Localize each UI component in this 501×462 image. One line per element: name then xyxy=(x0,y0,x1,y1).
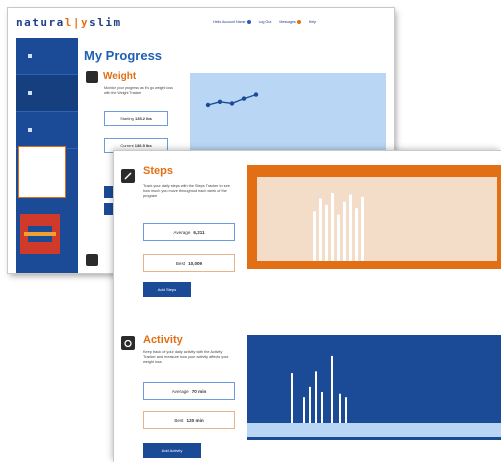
steps-average-stat: Average 6,211 xyxy=(143,223,235,241)
activity-section-title: Activity xyxy=(143,334,183,346)
activity-bar-3 xyxy=(315,371,317,423)
weight-point-0 xyxy=(205,102,211,108)
activity-description: Keep track of your daily activity with t… xyxy=(143,350,229,364)
steps-bar-6 xyxy=(349,194,352,261)
weight-point-3 xyxy=(241,96,247,101)
steps-bar-8 xyxy=(361,197,364,261)
steps-chart-plot xyxy=(257,177,497,261)
steps-chart-svg xyxy=(313,193,364,261)
steps-description: Track your daily steps with the Steps Tr… xyxy=(143,184,230,198)
steps-bar-1 xyxy=(319,198,322,261)
sidebar-promo[interactable] xyxy=(18,146,66,198)
activity-bar-2 xyxy=(309,386,311,423)
weight-point-4 xyxy=(253,92,259,97)
sidebar-icon xyxy=(28,91,32,95)
sidebar-item-1[interactable] xyxy=(16,38,78,75)
steps-bar-3 xyxy=(331,193,334,261)
activity-best-stat: Best 120 min xyxy=(143,411,235,429)
nav-account[interactable]: Hello Account Name xyxy=(213,20,251,25)
steps-bar-7 xyxy=(355,208,358,261)
weight-chart-svg xyxy=(205,92,259,108)
sidebar-item-3[interactable] xyxy=(16,112,78,149)
camera-icon xyxy=(121,336,135,350)
sidebar-icon xyxy=(28,128,32,132)
activity-bar-4 xyxy=(321,392,323,423)
weight-point-1 xyxy=(217,99,223,104)
activity-bar-0 xyxy=(291,373,293,423)
nav-logout[interactable]: Log Out xyxy=(259,20,272,24)
activity-bar-7 xyxy=(345,397,347,423)
sidebar-item-2[interactable] xyxy=(16,75,78,112)
weight-starting-stat: Starting 135.2 lbs xyxy=(104,111,168,126)
progress-window-front: Steps Track your daily steps with the St… xyxy=(114,151,501,462)
scale-icon xyxy=(86,71,98,83)
steps-bar-2 xyxy=(325,205,328,261)
activity-bar-5 xyxy=(331,355,333,423)
add-steps-button[interactable]: Add Steps xyxy=(143,282,191,297)
steps-bar-0 xyxy=(313,211,316,261)
steps-chart xyxy=(247,165,501,269)
page-title: My Progress xyxy=(84,48,163,63)
nav-messages[interactable]: Messages xyxy=(279,20,301,25)
steps-section-title: Steps xyxy=(143,165,173,177)
sidebar-thumbnail[interactable] xyxy=(20,214,60,254)
nav-help[interactable]: Help xyxy=(309,20,316,24)
activity-bar-6 xyxy=(339,393,341,423)
naturally-slim-logo[interactable]: natural|yslim xyxy=(16,16,122,29)
activity-chart-axis xyxy=(247,423,501,437)
steps-icon-back xyxy=(86,254,98,266)
weight-point-2 xyxy=(229,101,235,106)
activity-bar-1 xyxy=(303,397,305,423)
activity-average-stat: Average 70 min xyxy=(143,382,235,400)
thumbnail-bar xyxy=(24,232,56,236)
steps-bar-5 xyxy=(343,201,346,261)
steps-best-stat: Best 10,009 xyxy=(143,254,235,272)
top-nav: Hello Account Name Log Out Messages Help xyxy=(213,20,316,25)
steps-bar-4 xyxy=(337,214,340,261)
add-activity-button[interactable]: Add Activity xyxy=(143,443,201,458)
weight-section-title: Weight xyxy=(103,71,137,82)
pencil-icon xyxy=(121,169,135,183)
weight-description: Monitor your progress as it's go weight … xyxy=(104,86,173,95)
sidebar-icon xyxy=(28,54,32,58)
weight-chart xyxy=(190,73,386,153)
